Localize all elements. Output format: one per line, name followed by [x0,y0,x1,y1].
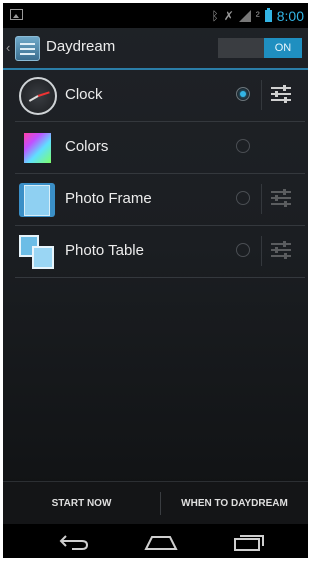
image-notification-icon [10,9,23,20]
settings-sliders-icon[interactable] [270,84,292,104]
clock-icon [19,77,57,115]
start-now-button[interactable]: START NOW [3,482,160,525]
list-item-label: Photo Frame [65,190,152,207]
settings-sliders-icon[interactable] [270,240,292,260]
no-sim-icon: ✗ [223,8,234,23]
up-caret-icon[interactable]: ‹ [6,40,10,55]
action-bar: ‹ Daydream ON [3,28,308,70]
status-icons: ᛒ ✗ ² 8:00 [211,7,304,24]
colors-icon [24,133,51,163]
list-item-photo-frame[interactable]: Photo Frame [15,174,305,226]
home-icon[interactable] [144,533,178,551]
screen: ᛒ ✗ ² 8:00 ‹ Daydream ON Clock Colors Ph… [3,3,308,558]
list-item-clock[interactable]: Clock [15,70,305,122]
back-icon[interactable] [58,533,90,551]
daydream-settings-icon[interactable] [15,36,40,61]
data-2g-icon: ² [255,8,260,23]
list-item-colors[interactable]: Colors [15,122,305,174]
navigation-bar [3,524,308,558]
bluetooth-icon: ᛒ [211,8,219,23]
list-item-label: Colors [65,138,109,155]
radio-button[interactable] [236,243,250,257]
button-bar: START NOW WHEN TO DAYDREAM [3,481,308,525]
list-item-photo-table[interactable]: Photo Table [15,226,305,278]
daydream-toggle[interactable]: ON [218,38,302,58]
photo-table-icon [19,233,57,271]
divider [261,236,262,266]
battery-icon [264,7,272,22]
daydream-list: Clock Colors Photo Frame Photo Table [15,70,305,278]
radio-button[interactable] [236,139,250,153]
photo-frame-icon [19,181,57,219]
divider [261,80,262,110]
status-bar: ᛒ ✗ ² 8:00 [3,3,308,28]
toggle-on-label: ON [264,38,302,58]
list-item-label: Clock [65,86,103,103]
when-to-daydream-button[interactable]: WHEN TO DAYDREAM [161,482,308,525]
radio-button-selected[interactable] [236,87,250,101]
list-item-label: Photo Table [65,242,144,259]
signal-icon [238,9,251,22]
radio-button[interactable] [236,191,250,205]
page-title: Daydream [46,38,116,55]
settings-sliders-icon[interactable] [270,188,292,208]
divider [261,184,262,214]
status-time: 8:00 [276,7,304,24]
recents-icon[interactable] [233,533,265,551]
